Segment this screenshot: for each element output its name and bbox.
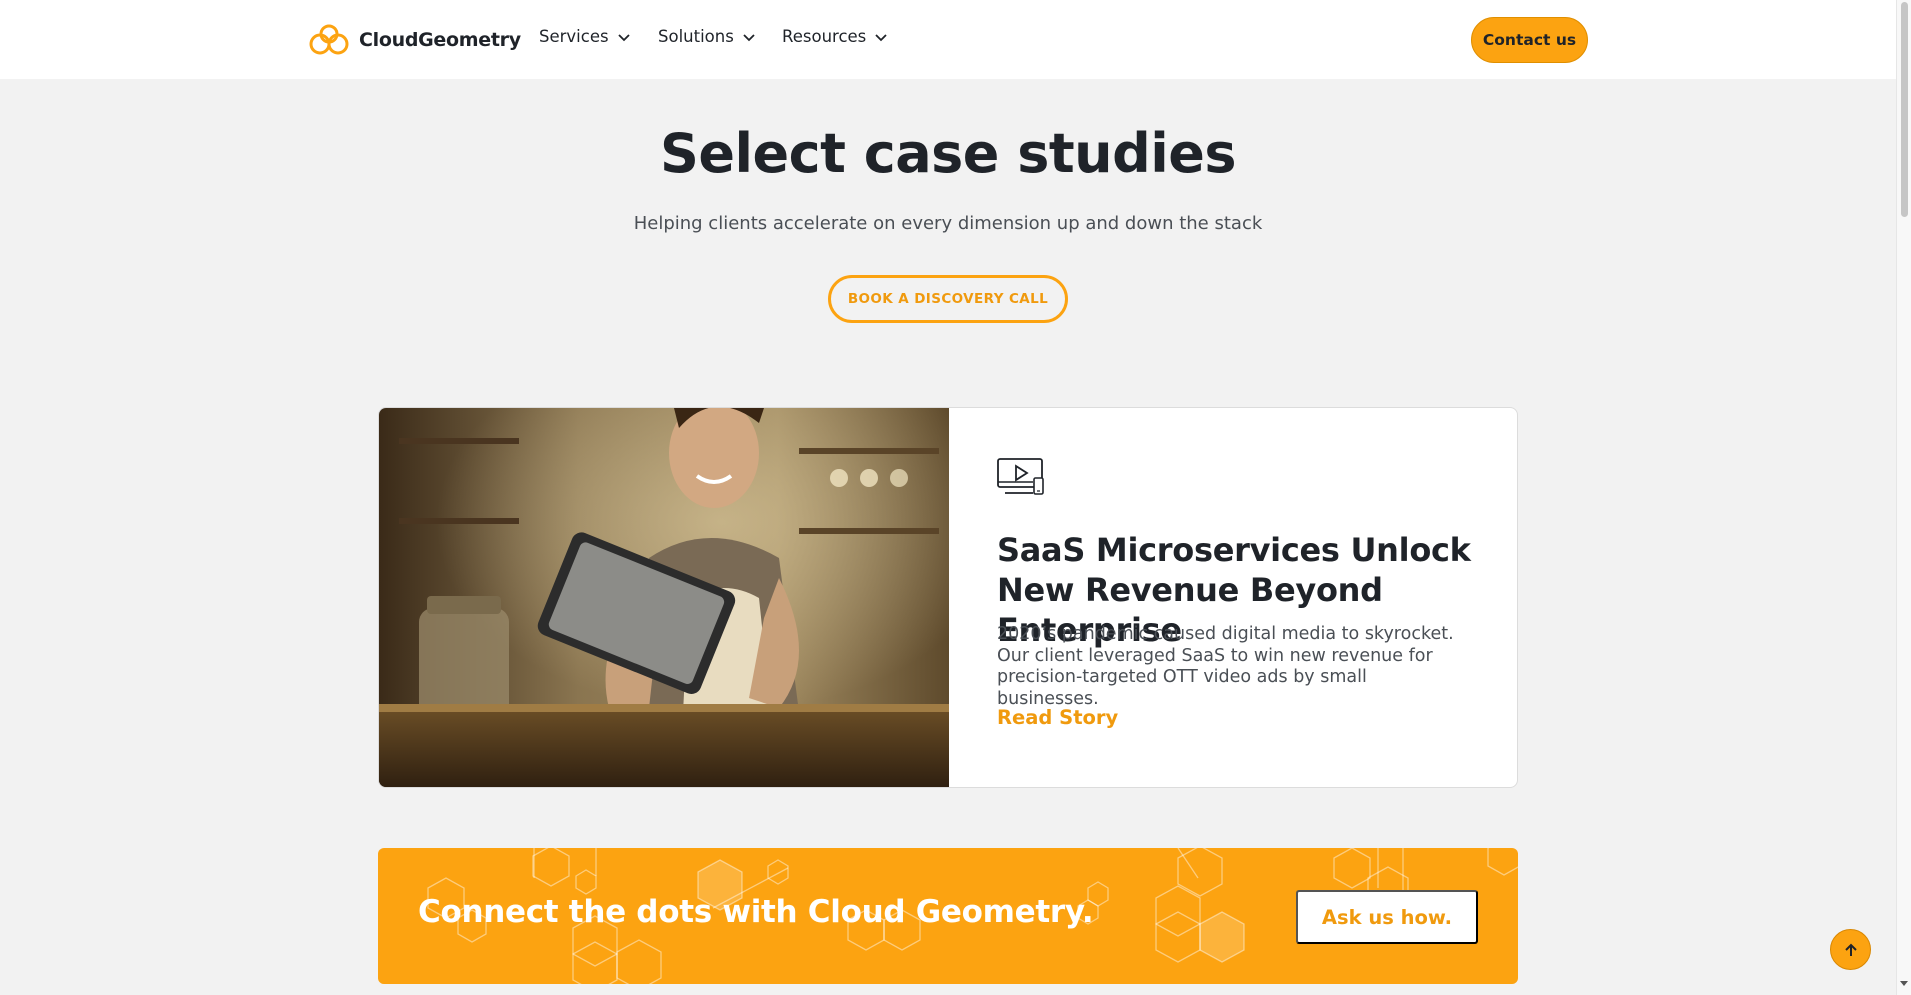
nav-services-label: Services (539, 27, 609, 46)
nav-services[interactable]: Services (539, 27, 631, 46)
book-discovery-call-button[interactable]: BOOK A DISCOVERY CALL (828, 275, 1068, 323)
scroll-down-arrow-icon[interactable] (1900, 981, 1908, 986)
scrollbar-thumb[interactable] (1901, 2, 1908, 217)
page-scrollbar[interactable] (1896, 0, 1911, 995)
nav-resources-label: Resources (782, 27, 867, 46)
case-study-image (379, 408, 949, 787)
video-screen-icon (997, 458, 1044, 495)
nav-solutions[interactable]: Solutions (658, 27, 756, 46)
case-study-description: 2020’s pandemic caused digital media to … (997, 624, 1454, 709)
read-story-link[interactable]: Read Story (997, 706, 1118, 729)
nav-solutions-label: Solutions (658, 27, 734, 46)
cloud-logo-icon (309, 24, 349, 55)
site-header: CloudGeometry Services Solutions Resourc… (0, 0, 1896, 79)
arrow-up-icon (1844, 943, 1857, 956)
chevron-down-icon (875, 33, 887, 41)
case-study-content: SaaS Microservices Unlock New Revenue Be… (949, 408, 1517, 787)
chevron-down-icon (743, 33, 755, 41)
cta-banner: Connect the dots with Cloud Geometry. As… (378, 848, 1518, 984)
page-title: Select case studies (659, 122, 1237, 185)
logo[interactable]: CloudGeometry (307, 22, 521, 58)
logo-text: CloudGeometry (359, 29, 521, 51)
contact-us-button[interactable]: Contact us (1471, 17, 1588, 63)
back-to-top-button[interactable] (1830, 929, 1871, 970)
chevron-down-icon (617, 33, 630, 41)
nav-resources[interactable]: Resources (782, 27, 888, 46)
ask-us-how-button[interactable]: Ask us how. (1296, 890, 1478, 944)
cta-banner-text: Connect the dots with Cloud Geometry. (418, 894, 1094, 930)
barista-with-tablet-image (379, 408, 949, 787)
case-study-card: SaaS Microservices Unlock New Revenue Be… (378, 407, 1518, 788)
page-subtitle: Helping clients accelerate on every dime… (633, 213, 1263, 234)
